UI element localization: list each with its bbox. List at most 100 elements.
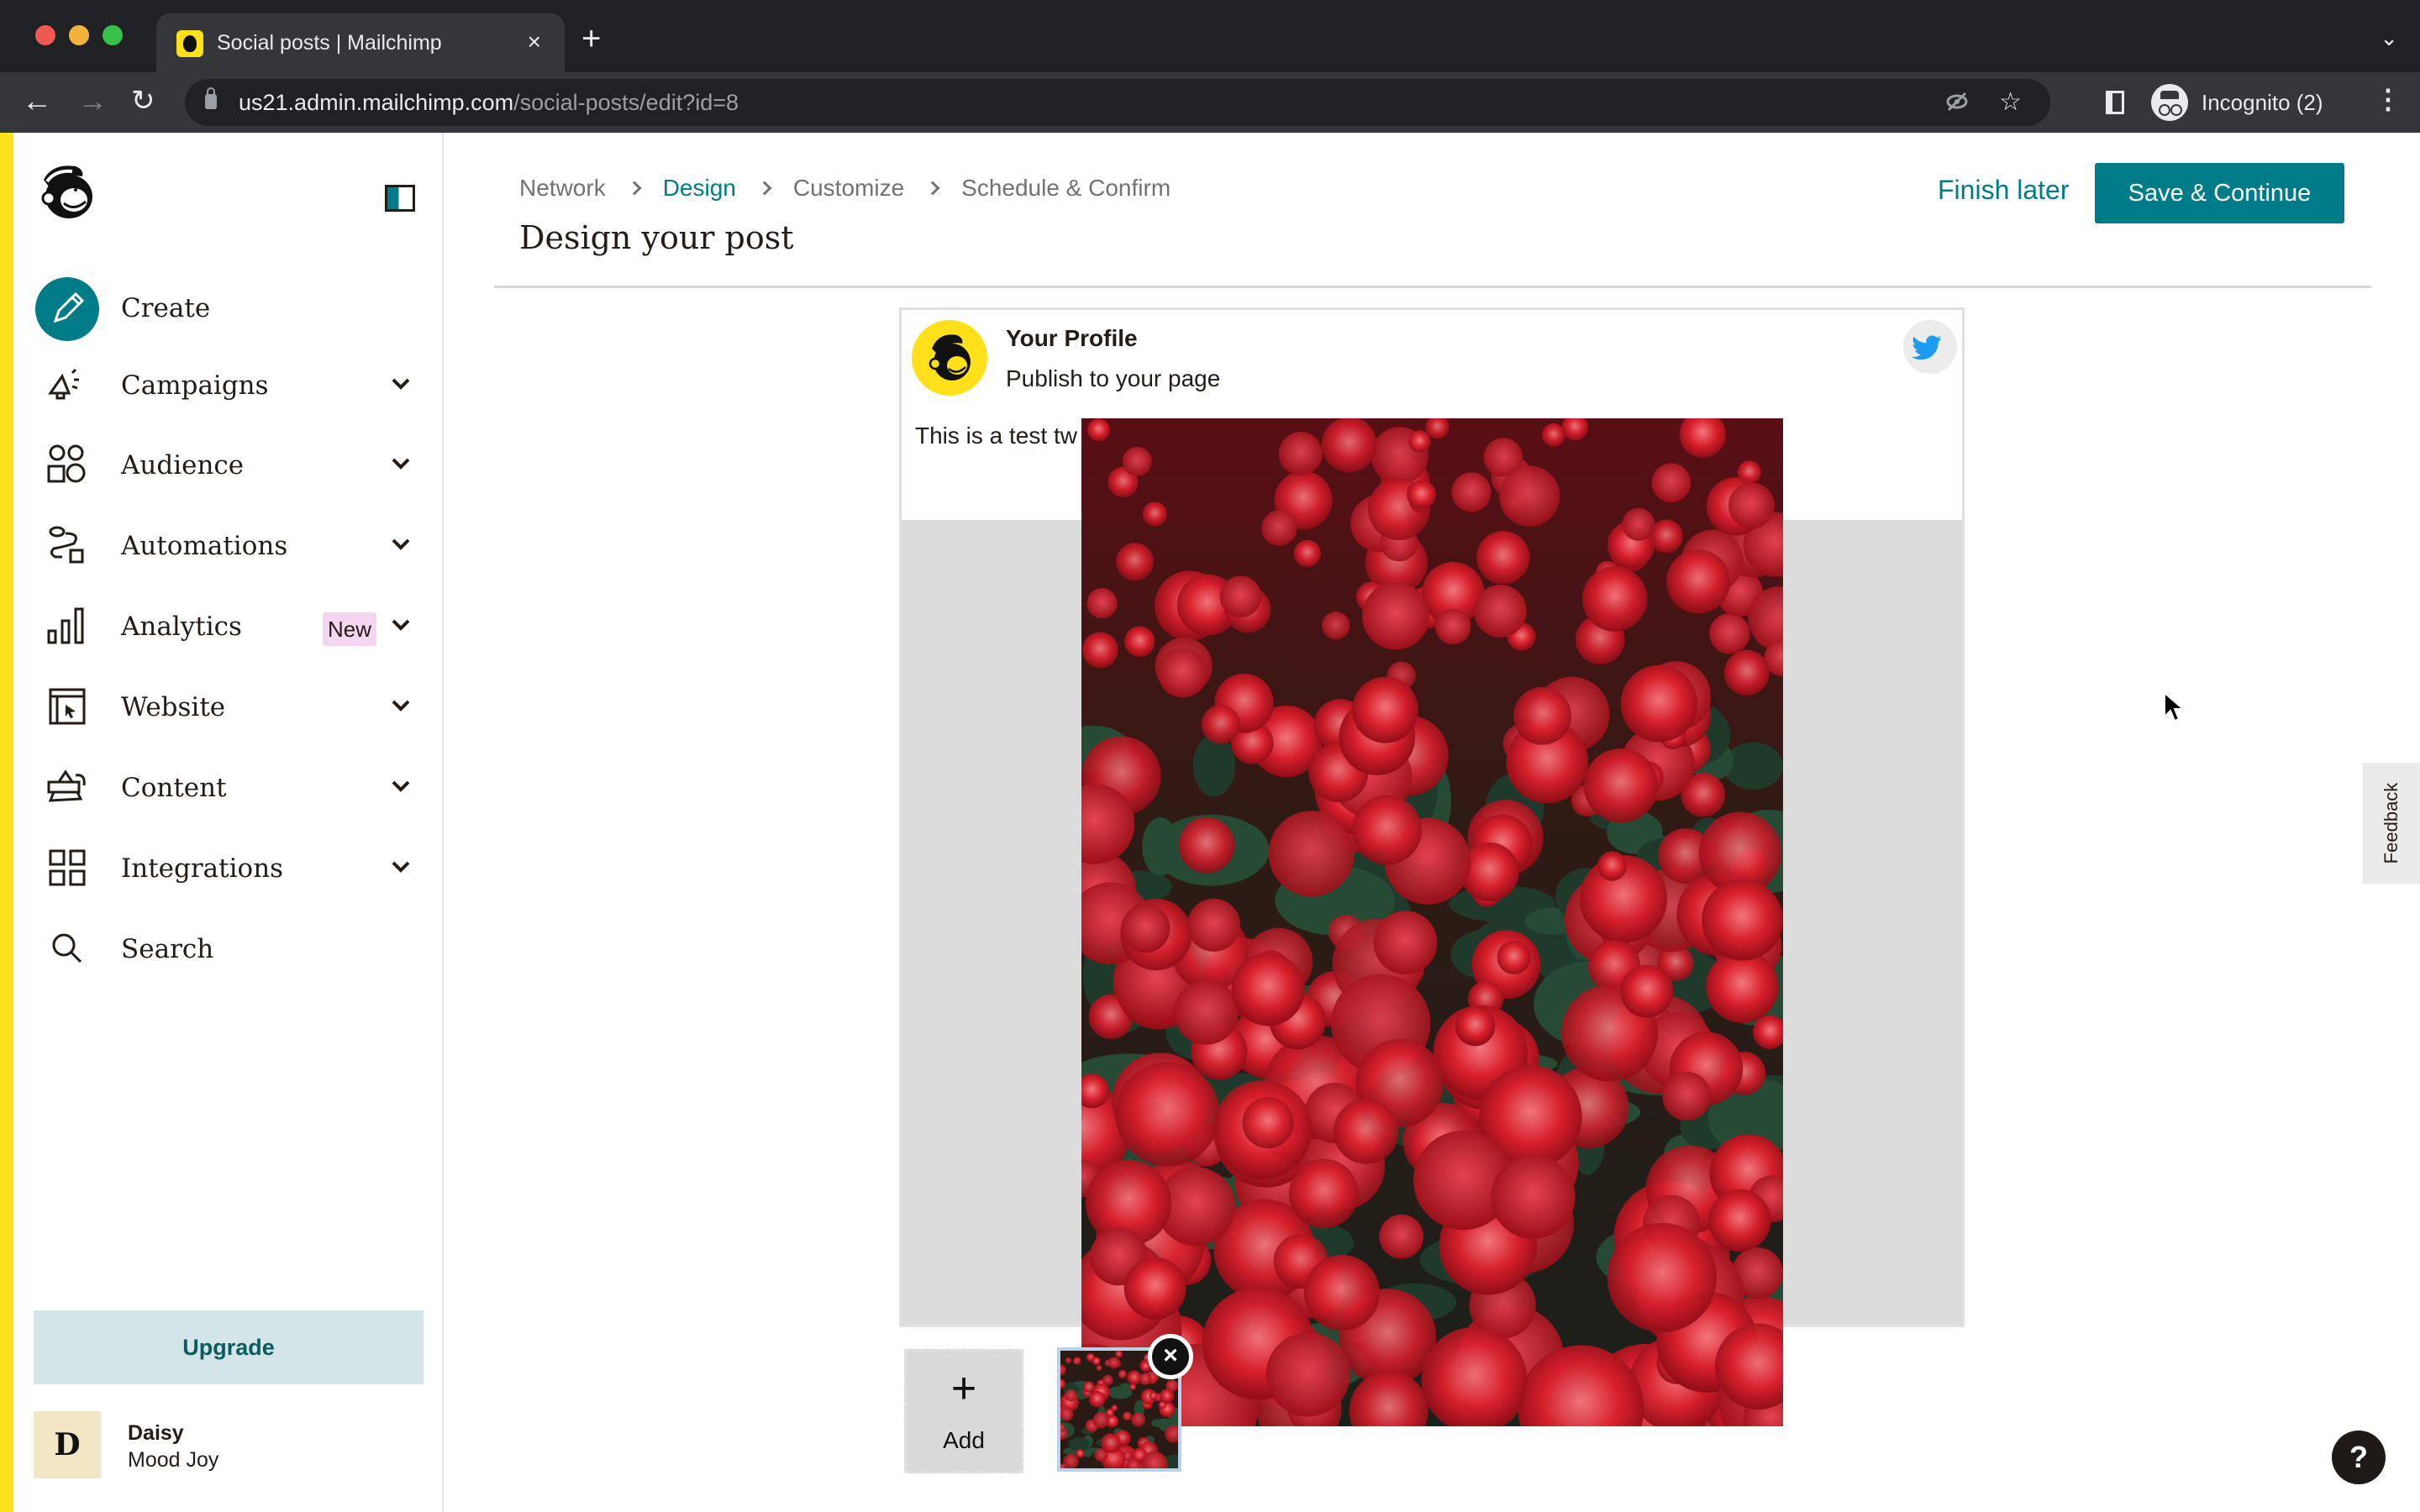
post-text[interactable]: This is a test tw <box>915 423 1077 449</box>
search-icon <box>52 933 82 963</box>
avatar: D <box>34 1411 101 1478</box>
chevron-down-icon[interactable] <box>388 854 413 879</box>
account-menu[interactable]: D Daisy Mood Joy <box>34 1411 424 1480</box>
create-circle <box>35 277 99 341</box>
profile-avatar <box>912 320 987 396</box>
photo-blossom <box>1065 1357 1072 1364</box>
photo-leaf <box>1151 1419 1167 1428</box>
back-button[interactable]: ← <box>22 84 52 118</box>
photo-blossom <box>1303 1254 1381 1331</box>
photo-blossom <box>1174 979 1239 1045</box>
feedback-tab[interactable]: Feedback <box>2363 763 2420 884</box>
sidebar-item-audience[interactable]: Audience <box>13 428 442 503</box>
chevron-down-icon[interactable] <box>388 451 413 476</box>
photo-blossom <box>1111 1404 1118 1412</box>
feedback-label: Feedback <box>2381 782 2402 864</box>
help-button[interactable]: ? <box>2332 1431 2386 1484</box>
sidebar-item-content[interactable]: Content <box>13 750 442 826</box>
incognito-label: Incognito (2) <box>2202 90 2323 115</box>
chevron-down-icon[interactable] <box>388 774 413 799</box>
photo-blossom <box>1261 510 1297 546</box>
brand-strip <box>0 133 13 1512</box>
photo-blossom <box>1476 530 1530 585</box>
photo-blossom <box>1219 575 1262 618</box>
image-preview-overlay[interactable] <box>1081 418 1783 1426</box>
photo-blossom <box>1186 898 1241 952</box>
photo-blossom <box>1362 582 1430 650</box>
photo-blossom <box>1474 585 1527 638</box>
mailchimp-logo-icon[interactable] <box>35 161 97 220</box>
breadcrumb-customize[interactable]: Customize <box>793 171 904 205</box>
browser-toolbar: ← → ↻ us21.admin.mailchimp.com/social-po… <box>0 72 2420 133</box>
photo-blossom <box>1293 539 1322 568</box>
photo-blossom <box>1122 446 1152 476</box>
photo-blossom <box>1123 1257 1186 1320</box>
breadcrumb-network[interactable]: Network <box>519 171 606 205</box>
address-bar[interactable]: us21.admin.mailchimp.com/social-posts/ed… <box>185 79 2050 126</box>
photo-blossom <box>1158 648 1207 698</box>
photo-blossom <box>1708 1189 1771 1252</box>
forward-button[interactable]: → <box>77 84 108 118</box>
photo-blossom <box>1231 953 1305 1026</box>
reload-button[interactable]: ↻ <box>131 84 155 118</box>
breadcrumb-design[interactable]: Design <box>663 171 736 205</box>
photo-blossom <box>1092 1411 1110 1429</box>
breadcrumb-schedule-confirm[interactable]: Schedule & Confirm <box>961 171 1171 205</box>
tab-search-chevron-icon[interactable]: ⌄ <box>2380 25 2398 51</box>
upgrade-button[interactable]: Upgrade <box>34 1310 424 1384</box>
sidebar-item-analytics[interactable]: Analytics New <box>13 589 442 664</box>
chevron-right-icon <box>627 181 642 196</box>
sidebar-item-search[interactable]: Search <box>13 911 442 987</box>
sidebar-item-integrations[interactable]: Integrations <box>13 831 442 906</box>
photo-blossom <box>1139 1373 1152 1385</box>
photo-blossom <box>1723 649 1770 696</box>
window-minimize-button[interactable] <box>69 25 89 45</box>
chevron-down-icon[interactable] <box>388 693 413 718</box>
lock-icon[interactable] <box>205 87 217 109</box>
photo-blossom <box>1662 1071 1712 1121</box>
photo-blossom <box>1123 1411 1132 1421</box>
photo-blossom <box>1088 1390 1106 1408</box>
url-host: us21.admin.mailchimp.com <box>239 90 514 115</box>
photo-blossom <box>1334 1099 1399 1164</box>
browser-menu-icon[interactable]: ⋮ <box>2375 82 2402 116</box>
photo-blossom <box>1407 480 1436 510</box>
chevron-down-icon[interactable] <box>388 371 413 396</box>
side-panel-icon[interactable] <box>2106 91 2124 114</box>
sidebar-item-automations[interactable]: Automations <box>13 508 442 584</box>
browser-tab-active[interactable]: Social posts | Mailchimp × <box>156 13 565 74</box>
photo-blossom <box>1455 1005 1496 1047</box>
photo-blossom <box>1265 1332 1350 1417</box>
photo-blossom <box>1581 566 1648 632</box>
url-text[interactable]: us21.admin.mailchimp.com/social-posts/ed… <box>239 87 739 118</box>
new-badge: New <box>323 612 377 646</box>
save-continue-button[interactable]: Save & Continue <box>2095 163 2344 223</box>
tracking-protection-eye-off-icon[interactable] <box>1944 89 1970 120</box>
sidebar-item-campaigns[interactable]: Campaigns <box>13 348 442 423</box>
photo-blossom <box>1129 1383 1136 1391</box>
freddie-logo-svg <box>41 165 92 218</box>
remove-media-icon[interactable]: × <box>1148 1334 1193 1379</box>
tab-close-icon[interactable]: × <box>528 27 541 57</box>
freddie-avatar-icon <box>929 334 971 381</box>
sidebar-item-label: Content <box>121 773 227 803</box>
bookmark-star-icon[interactable]: ☆ <box>1999 87 2022 117</box>
photo-blossom <box>1322 612 1350 640</box>
collapse-sidebar-icon[interactable] <box>385 185 415 212</box>
tab-strip: Social posts | Mailchimp × + ⌄ <box>0 0 2420 74</box>
photo-blossom <box>1115 1062 1220 1167</box>
photo-blossom <box>1607 1222 1718 1333</box>
sidebar-item-website[interactable]: Website <box>13 669 442 745</box>
add-media-button[interactable]: + Add <box>904 1349 1023 1473</box>
audience-icon <box>47 444 86 483</box>
window-maximize-button[interactable] <box>103 25 123 45</box>
photo-blossom <box>1060 1407 1074 1421</box>
chevron-down-icon[interactable] <box>388 612 413 638</box>
chevron-down-icon[interactable] <box>388 532 413 557</box>
tab-title: Social posts | Mailchimp <box>217 31 442 55</box>
window-close-button[interactable] <box>35 25 55 45</box>
incognito-profile-button[interactable]: Incognito (2) <box>2151 79 2395 126</box>
sidebar-item-create[interactable]: Create <box>13 270 442 346</box>
new-tab-button[interactable]: + <box>581 22 601 55</box>
finish-later-link[interactable]: Finish later <box>1938 171 2070 208</box>
